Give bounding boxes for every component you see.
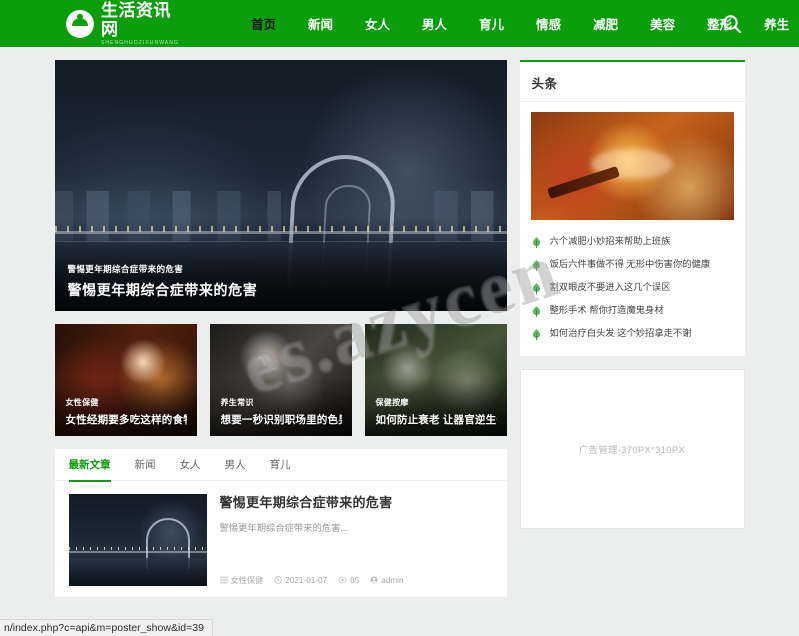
nav-item-emotion[interactable]: 情感 (536, 10, 561, 37)
feature-card-2-caption: 养生常识 想要一秒识别职场里的色男 六大绝招看过 (221, 392, 342, 427)
nav-item-health[interactable]: 养生 (764, 10, 789, 37)
feature-card-2-title[interactable]: 想要一秒识别职场里的色男 六大绝招看过 (221, 412, 342, 427)
feature-card-3-title[interactable]: 如何防止衰老 让器官逆生长 (376, 412, 497, 427)
logo-mark-icon (66, 9, 94, 38)
article-thumbnail-image (68, 494, 207, 586)
article-tabs: 最新文章 新闻 女人 男人 育儿 (54, 449, 507, 482)
headline-item-1[interactable]: 六个减肥小妙招来帮助上班族 (531, 230, 734, 253)
headlines-widget: 头条 六个减肥小妙招来帮助上班族 饭后六件事做不得 无形中伤害你的健康 割双眼皮… (519, 60, 745, 356)
headline-item-2-text: 饭后六件事做不得 无形中伤害你的健康 (549, 259, 711, 269)
article-thumbnail-deck (68, 551, 207, 554)
user-icon (370, 576, 378, 584)
article-thumbnail[interactable] (68, 494, 207, 586)
nav-item-beauty[interactable]: 美容 (650, 10, 675, 37)
ad-placeholder-label: 广告管理-370PX*310PX (578, 445, 686, 455)
article-list-box: 最新文章 新闻 女人 男人 育儿 警惕更年期综合症带来的危害 警惕更年期综合症带… (54, 449, 507, 597)
logo-text: 生活资讯网 SHENGHUOZIXUNWANG (101, 1, 179, 47)
logo-title-en: SHENGHUOZIXUNWANG (101, 39, 179, 46)
feature-card-3-tag: 保健按摩 (375, 398, 409, 407)
article-list-item[interactable]: 警惕更年期综合症带来的危害 警惕更年期综合症带来的危害... 女性保健 2021… (55, 481, 507, 597)
headline-item-5[interactable]: 如何治疗白头发 这个妙招拿走不谢 (531, 322, 734, 345)
leaf-bullet-icon (531, 282, 542, 295)
article-author-label: admin (381, 575, 404, 585)
leaf-bullet-icon (531, 259, 542, 272)
headline-item-3[interactable]: 割双眼皮不要进入这几个误区 (531, 276, 734, 299)
content-wrap: 警惕更年期综合症带来的危害 警惕更年期综合症带来的危害 女性保健 女性经期要多吃… (54, 60, 745, 597)
feature-card-row: 女性保健 女性经期要多吃这样的食物 养生常识 想要一秒识别职场里的色男 六大绝招… (54, 324, 507, 436)
hero-title[interactable]: 警惕更年期综合症带来的危害 (68, 280, 493, 300)
article-date-label: 2021-01-07 (285, 575, 328, 585)
nav-item-men[interactable]: 男人 (422, 10, 447, 37)
headline-item-4[interactable]: 整形手术 帮你打造魔鬼身材 (531, 299, 734, 322)
site-header: 生活资讯网 SHENGHUOZIXUNWANG 首页 新闻 女人 男人 育儿 情… (0, 0, 799, 47)
feature-card-2-tag: 养生常识 (220, 398, 254, 407)
headline-item-2[interactable]: 饭后六件事做不得 无形中伤害你的健康 (531, 253, 734, 276)
feature-card-3[interactable]: 保健按摩 如何防止衰老 让器官逆生长 (364, 324, 507, 436)
headline-item-5-text: 如何治疗白头发 这个妙招拿走不谢 (549, 328, 692, 338)
clock-icon (274, 576, 283, 584)
hero-feature-card[interactable]: 警惕更年期综合症带来的危害 警惕更年期综合症带来的危害 (54, 60, 507, 311)
tab-latest[interactable]: 最新文章 (68, 449, 111, 482)
headlines-header: 头条 (519, 62, 745, 102)
page-root: 生活资讯网 SHENGHUOZIXUNWANG 首页 新闻 女人 男人 育儿 情… (0, 0, 799, 636)
headline-item-4-text: 整形手术 帮你打造魔鬼身材 (549, 305, 664, 315)
main-nav: 首页 新闻 女人 男人 育儿 情感 减肥 美容 整形 养生 (235, 10, 799, 37)
nav-item-weightloss[interactable]: 减肥 (593, 10, 618, 37)
tab-women[interactable]: 女人 (180, 449, 201, 481)
leaf-bullet-icon (531, 236, 542, 249)
hero-caption: 警惕更年期综合症带来的危害 警惕更年期综合症带来的危害 (68, 259, 493, 300)
article-thumbnail-water (68, 558, 207, 586)
article-meta: 女性保健 2021-01-07 85 admin (219, 574, 493, 586)
feature-card-1-tag: 女性保健 (65, 398, 99, 407)
tab-news[interactable]: 新闻 (135, 449, 156, 481)
nav-item-home[interactable]: 首页 (251, 10, 276, 37)
article-thumbnail-lights (68, 547, 207, 551)
feature-card-1[interactable]: 女性保健 女性经期要多吃这样的食物 (54, 324, 197, 436)
article-title[interactable]: 警惕更年期综合症带来的危害 (220, 494, 493, 512)
feature-card-3-caption: 保健按摩 如何防止衰老 让器官逆生长 (376, 392, 497, 427)
leaf-bullet-icon (531, 305, 542, 318)
article-author: admin (370, 575, 404, 585)
nav-item-women[interactable]: 女人 (365, 10, 390, 37)
headlines-list: 六个减肥小妙招来帮助上班族 饭后六件事做不得 无形中伤害你的健康 割双眼皮不要进… (520, 220, 745, 356)
article-body: 警惕更年期综合症带来的危害 警惕更年期综合症带来的危害... 女性保健 2021… (219, 494, 493, 586)
leaf-bullet-icon (531, 328, 542, 341)
browser-status-bar: n/index.php?c=api&m=poster_show&id=39 (0, 619, 213, 636)
feature-card-2[interactable]: 养生常识 想要一秒识别职场里的色男 六大绝招看过 (209, 324, 352, 436)
article-category-label: 女性保健 (230, 576, 264, 585)
left-column: 警惕更年期综合症带来的危害 警惕更年期综合症带来的危害 女性保健 女性经期要多吃… (54, 60, 507, 597)
article-date: 2021-01-07 (274, 576, 327, 585)
article-category[interactable]: 女性保健 (219, 574, 264, 586)
tab-parenting[interactable]: 育儿 (270, 449, 291, 481)
article-views-count: 85 (350, 575, 360, 585)
ad-placeholder[interactable]: 广告管理-370PX*310PX (519, 369, 745, 529)
headline-item-3-text: 割双眼皮不要进入这几个误区 (549, 282, 671, 292)
headlines-title: 头条 (531, 77, 558, 91)
article-description: 警惕更年期综合症带来的危害... (219, 523, 349, 533)
feature-card-1-caption: 女性保健 女性经期要多吃这样的食物 (66, 392, 187, 427)
nav-item-news[interactable]: 新闻 (308, 10, 333, 37)
nav-item-parenting[interactable]: 育儿 (479, 10, 504, 37)
eye-icon (338, 576, 347, 584)
headlines-feature-image[interactable] (530, 112, 734, 220)
site-logo[interactable]: 生活资讯网 SHENGHUOZIXUNWANG (66, 1, 179, 47)
headline-item-1-text: 六个减肥小妙招来帮助上班族 (549, 236, 671, 246)
tab-men[interactable]: 男人 (225, 449, 246, 481)
feature-card-1-title[interactable]: 女性经期要多吃这样的食物 (66, 412, 187, 427)
hero-tag: 警惕更年期综合症带来的危害 (67, 264, 184, 274)
search-icon[interactable] (721, 13, 743, 35)
right-column: 头条 六个减肥小妙招来帮助上班族 饭后六件事做不得 无形中伤害你的健康 割双眼皮… (519, 60, 745, 597)
list-icon (219, 576, 228, 584)
logo-title-cn: 生活资讯网 (101, 0, 171, 39)
article-views: 85 (338, 576, 359, 585)
